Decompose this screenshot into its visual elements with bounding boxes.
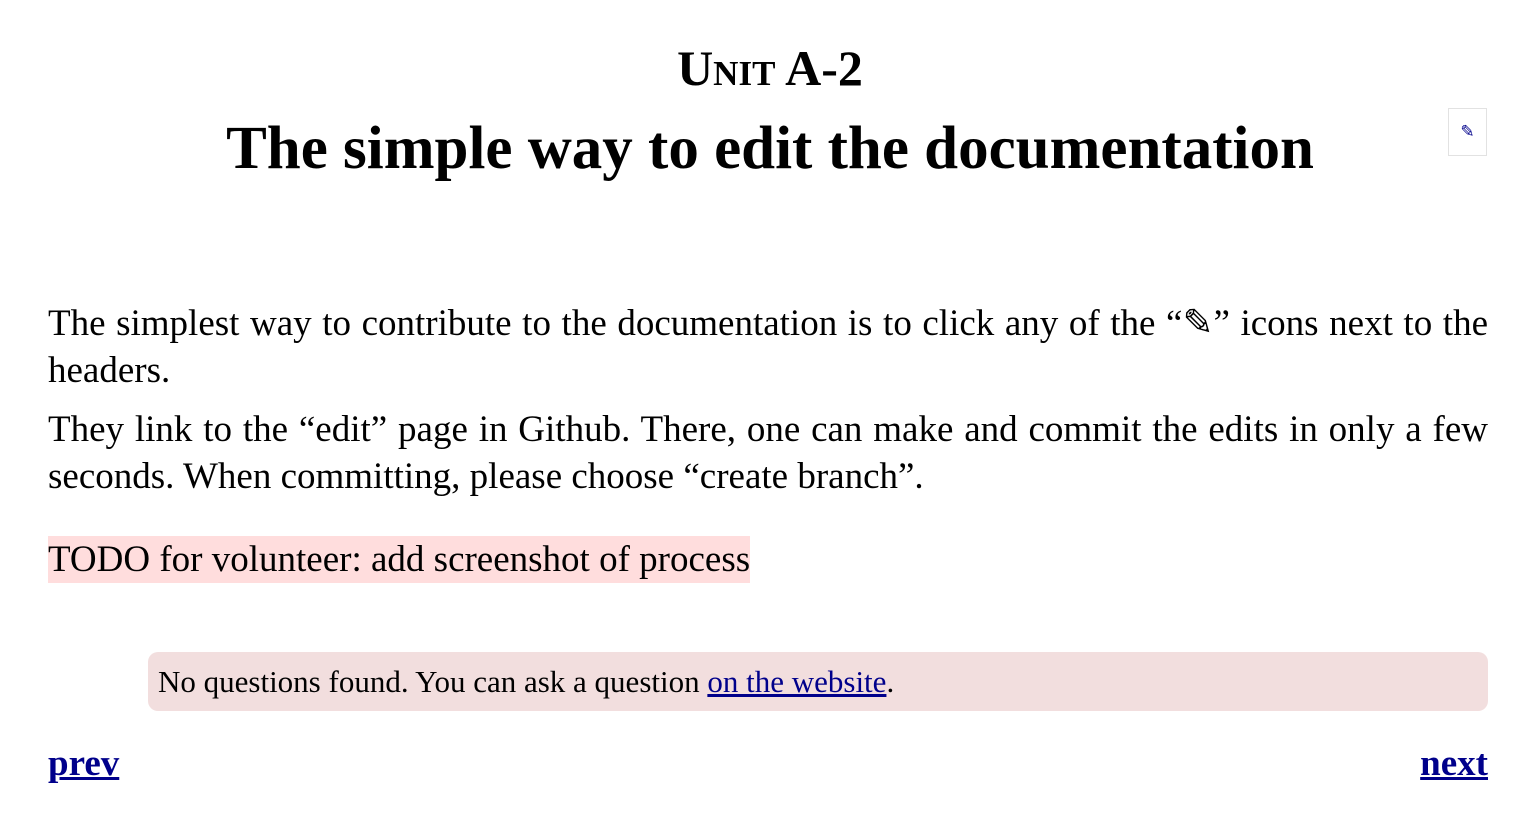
page: Unit A-2 The simple way to edit the docu…	[0, 0, 1540, 814]
main-content: The simplest way to contribute to the do…	[48, 300, 1488, 583]
github-paragraph: They link to the “edit” page in Github. …	[48, 409, 1488, 497]
pencil-icon: ✎	[1460, 122, 1475, 142]
todo-note: TODO for volunteer: add screenshot of pr…	[48, 536, 751, 583]
prev-link[interactable]: prev	[48, 740, 119, 787]
next-link[interactable]: next	[1420, 740, 1488, 787]
questions-suffix: .	[886, 664, 895, 699]
edit-button[interactable]: ✎	[1448, 108, 1487, 156]
questions-box: No questions found. You can ask a questi…	[148, 652, 1488, 711]
unit-label: Unit A-2	[677, 40, 863, 96]
page-title: The simple way to edit the documentation	[226, 115, 1314, 182]
questions-text: No questions found. You can ask a questi…	[158, 664, 708, 699]
intro-paragraph: The simplest way to contribute to the do…	[48, 303, 1488, 391]
website-link[interactable]: on the website	[707, 664, 886, 699]
